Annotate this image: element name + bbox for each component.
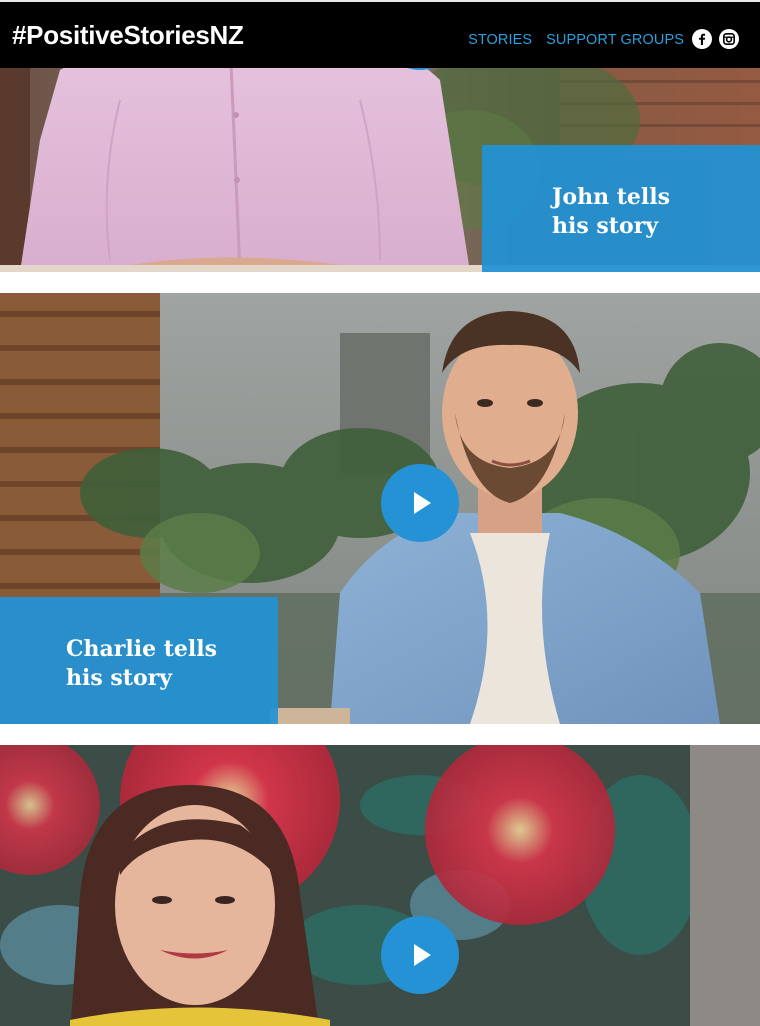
story-caption[interactable]: John tells his story [482,145,760,272]
play-icon [414,492,431,514]
nav-link-stories[interactable]: STORIES [468,32,532,48]
third-story-image [0,745,760,1026]
play-button[interactable] [381,916,459,994]
story-caption-text: Charlie tells his story [66,636,217,691]
story-caption-text: John tells his story [552,184,670,239]
nav-link-support-groups[interactable]: SUPPORT GROUPS [546,32,684,48]
story-card-third[interactable] [0,745,760,1026]
site-logo[interactable]: #PositiveStoriesNZ [12,20,244,51]
play-button[interactable] [381,464,459,542]
facebook-icon[interactable] [692,29,712,49]
main-nav: STORIES SUPPORT GROUPS [468,32,684,48]
story-caption[interactable]: Charlie tells his story [0,597,278,724]
play-icon [414,944,431,966]
instagram-icon[interactable] [719,29,739,49]
page: #PositiveStoriesNZ STORIES SUPPORT GROUP… [0,0,760,1026]
site-header: #PositiveStoriesNZ STORIES SUPPORT GROUP… [0,0,760,68]
story-card-charlie[interactable]: Charlie tells his story [0,293,760,724]
